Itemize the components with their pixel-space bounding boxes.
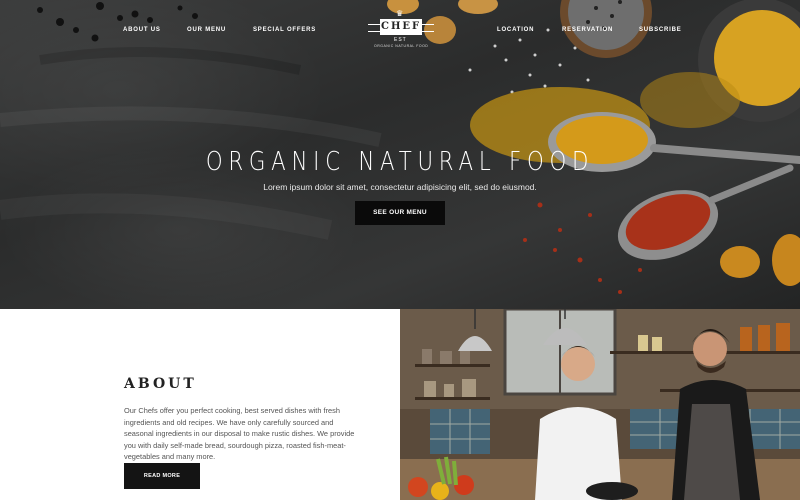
hero-title: ORGANIC NATURAL FOOD [205, 147, 595, 177]
nav-location[interactable]: LOCATION [497, 27, 534, 33]
chef-logo[interactable]: ♛ CHEF EST ORGANIC NATURAL FOOD [368, 8, 434, 54]
logo-tagline: ORGANIC NATURAL FOOD [374, 44, 429, 48]
about-text: Our Chefs offer you perfect cooking, bes… [124, 406, 355, 462]
chefs-kitchen-photo [400, 309, 800, 500]
nav-our-menu[interactable]: OUR MENU [187, 27, 226, 33]
nav-about-us[interactable]: ABOUT US [123, 27, 161, 33]
logo-ribbon-right [422, 24, 434, 32]
nav-subscribe[interactable]: SUBSCRIBE [639, 27, 682, 33]
chef-hat-icon: ♛ [396, 9, 404, 18]
nav-special-offers[interactable]: SPECIAL OFFERS [253, 27, 316, 33]
about-title: ABOUT [124, 376, 197, 392]
about-section: ABOUT Our Chefs offer you perfect cookin… [0, 309, 400, 500]
logo-est: EST [394, 37, 407, 43]
hero-section: ABOUT US OUR MENU SPECIAL OFFERS LOCATIO… [0, 0, 800, 309]
see-our-menu-button[interactable]: SEE OUR MENU [355, 201, 445, 225]
hero-subtitle: Lorem ipsum dolor sit amet, consectetur … [263, 182, 537, 192]
nav-reservation[interactable]: RESERVATION [562, 27, 613, 33]
logo-ribbon-left [368, 24, 380, 32]
read-more-button[interactable]: READ MORE [124, 463, 200, 489]
logo-wordmark: CHEF [380, 19, 422, 35]
kitchen-image [400, 309, 800, 500]
